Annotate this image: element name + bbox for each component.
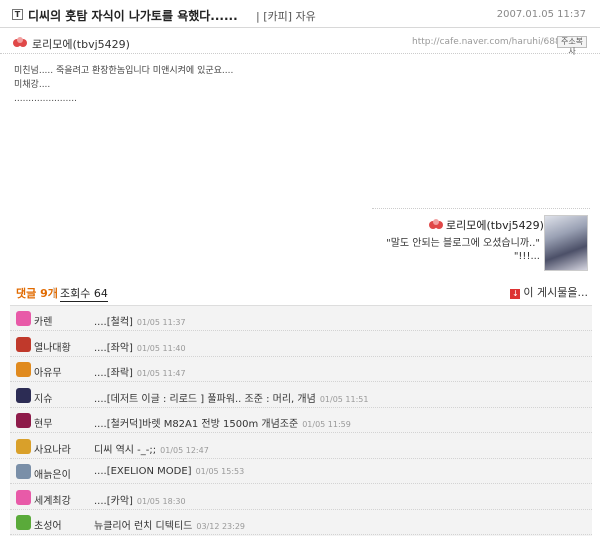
post-category[interactable]: | [카피] 자유 (256, 8, 316, 24)
comment-body: ....[철컥] (94, 317, 133, 328)
commenter-name[interactable]: 카렌 (34, 313, 52, 328)
comment-text: 뉴클리어 런치 디텍티드 03/12 23:29 (94, 517, 245, 532)
commenter-name[interactable]: 초성어 (34, 517, 62, 532)
comment-row: 초성어 뉴클리어 런치 디텍티드 03/12 23:29 (10, 510, 592, 535)
signature-line: "말도 안되는 블로그에 오셨습니까.." (386, 238, 540, 249)
comment-body: ....[좌악] (94, 342, 133, 354)
commenter-level-icon (16, 362, 31, 377)
commenter-name[interactable]: 사요나라 (34, 441, 71, 456)
view-count: 조회수 64 (60, 287, 108, 302)
comment-header: 댓글 9개 | 조회수 64 ↓ 이 게시물을... (0, 280, 600, 302)
comment-time: 01/05 15:53 (195, 467, 245, 476)
signature-avatar-image (544, 215, 588, 271)
comment-time: 01/05 11:51 (319, 394, 369, 404)
post-title: 디씨의 훗탐 자식이 나가토를 욕했다...... (28, 9, 238, 23)
comment-text: ....[좌악] 01/05 11:40 (94, 339, 186, 354)
comment-body: ....[데저트 이글 : 리로드 ] 풀파워.. 조준 : 머리, 개념 (94, 393, 316, 405)
author-row: 로리모에(tbvj5429) http://cafe.naver.com/har… (0, 30, 600, 56)
comment-text: 디씨 역시 -_-;; 01/05 12:47 (94, 441, 209, 456)
comment-row: 지슈 ....[데저트 이글 : 리로드 ] 풀파워.. 조준 : 머리, 개념 0… (10, 383, 592, 408)
comment-row: 열나대황 ....[좌악] 01/05 11:40 (10, 332, 592, 357)
signature-line: "!!!... (513, 251, 540, 262)
post-body: 미친넘..... 죽을려고 환장한놈입니다 미앤시켜에 있군요.... 미채강.… (14, 64, 233, 106)
commenter-name[interactable]: 세계최강 (34, 492, 71, 507)
comment-row: 애늙은이 ....[EXELION MODE] 01/05 15:53 (10, 459, 592, 484)
author-name[interactable]: 로리모에(tbvj5429) (32, 36, 130, 52)
save-post-label: 이 게시물을... (523, 286, 588, 299)
comment-time: 01/05 12:47 (160, 445, 209, 455)
commenter-level-icon (16, 336, 31, 352)
commenter-level-icon (16, 489, 31, 505)
commenter-name[interactable]: 아유무 (34, 364, 62, 379)
comment-row: 사요나라 디씨 역시 -_-;; 01/05 12:47 (10, 434, 592, 459)
commenter-level-icon (16, 387, 31, 403)
text-type-icon: T (12, 9, 23, 20)
comment-time: 01/05 11:47 (136, 369, 186, 378)
comment-text: ....[철커덕]바렛 M82A1 전방 1500m 개념조준 01/05 11:… (94, 415, 351, 430)
comment-body: ....[좌락] (94, 368, 133, 379)
comment-text: ....[카악] 01/05 18:30 (94, 492, 186, 507)
comment-time: 01/05 11:40 (136, 343, 186, 353)
post-url[interactable]: http://cafe.naver.com/haruhi/68849 (412, 37, 572, 47)
commenter-name[interactable]: 열나대황 (34, 339, 71, 354)
post-view: T 디씨의 훗탐 자식이 나가토를 욕했다...... | [카피] 자유 20… (0, 0, 600, 536)
commenter-name[interactable]: 지슈 (34, 390, 52, 405)
copy-address-button[interactable]: 주소복사 (557, 36, 587, 56)
comment-row: 세계최강 ....[카악] 01/05 18:30 (10, 485, 592, 510)
commenter-name[interactable]: 애늙은이 (34, 466, 71, 481)
signature-message: "말도 안되는 블로그에 오셨습니까.." "!!!... (386, 237, 540, 263)
commenter-level-icon (16, 464, 31, 479)
comment-text: ....[좌락] 01/05 11:47 (94, 364, 186, 379)
separator: | (52, 285, 56, 298)
commenter-level-icon (16, 311, 31, 326)
post-date: 2007.01.05 11:37 (496, 9, 586, 20)
comment-time: 03/12 23:29 (196, 522, 246, 531)
comment-body: ....[EXELION MODE] (94, 466, 192, 477)
comment-text: ....[EXELION MODE] 01/05 15:53 (94, 466, 244, 477)
comment-text: ....[철컥] 01/05 11:37 (94, 313, 186, 328)
body-line: 미친넘..... 죽을려고 환장한놈입니다 미앤시켜에 있군요.... (14, 66, 234, 76)
body-line: ...................... (14, 94, 77, 104)
body-line: 미채강.... (14, 80, 51, 90)
comment-time: 01/05 11:37 (136, 318, 186, 327)
comment-time: 01/05 11:59 (302, 420, 351, 429)
comment-list: 카렌 ....[철컥] 01/05 11:37 열나대황 ....[좌악] 01/05 1… (10, 305, 592, 536)
comment-text: ....[데저트 이글 : 리로드 ] 풀파워.. 조준 : 머리, 개념 01/… (94, 390, 368, 405)
signature-level-icon (429, 219, 443, 229)
commenter-level-icon (16, 413, 31, 428)
comment-row: 카렌 ....[철컥] 01/05 11:37 (10, 306, 592, 331)
comment-time: 01/05 18:30 (136, 496, 186, 506)
post-title-bar: T 디씨의 훗탐 자식이 나가토를 욕했다...... | [카피] 자유 20… (0, 0, 600, 28)
signature-name[interactable]: 로리모에(tbvj5429) (446, 217, 544, 233)
download-icon: ↓ (510, 289, 521, 299)
commenter-level-icon (16, 438, 31, 454)
comment-row: 아유무 ....[좌락] 01/05 11:47 (10, 357, 592, 382)
comment-body: ....[철커덕]바렛 M82A1 전방 1500m 개념조준 (94, 419, 299, 430)
save-post-button[interactable]: ↓ 이 게시물을... (510, 284, 588, 300)
commenter-name[interactable]: 현무 (34, 415, 52, 430)
comment-row: 현무 ....[철커덕]바렛 M82A1 전방 1500m 개념조준 01/05 1… (10, 408, 592, 433)
comment-body: 뉴클리어 런치 디텍티드 (94, 521, 193, 532)
author-level-icon (13, 37, 27, 47)
signature-box: 로리모에(tbvj5429) "말도 안되는 블로그에 오셨습니까.." "!!… (372, 208, 590, 272)
comment-body: 디씨 역시 -_-;; (94, 444, 157, 456)
comment-body: ....[카악] (94, 495, 133, 507)
commenter-level-icon (16, 515, 31, 530)
